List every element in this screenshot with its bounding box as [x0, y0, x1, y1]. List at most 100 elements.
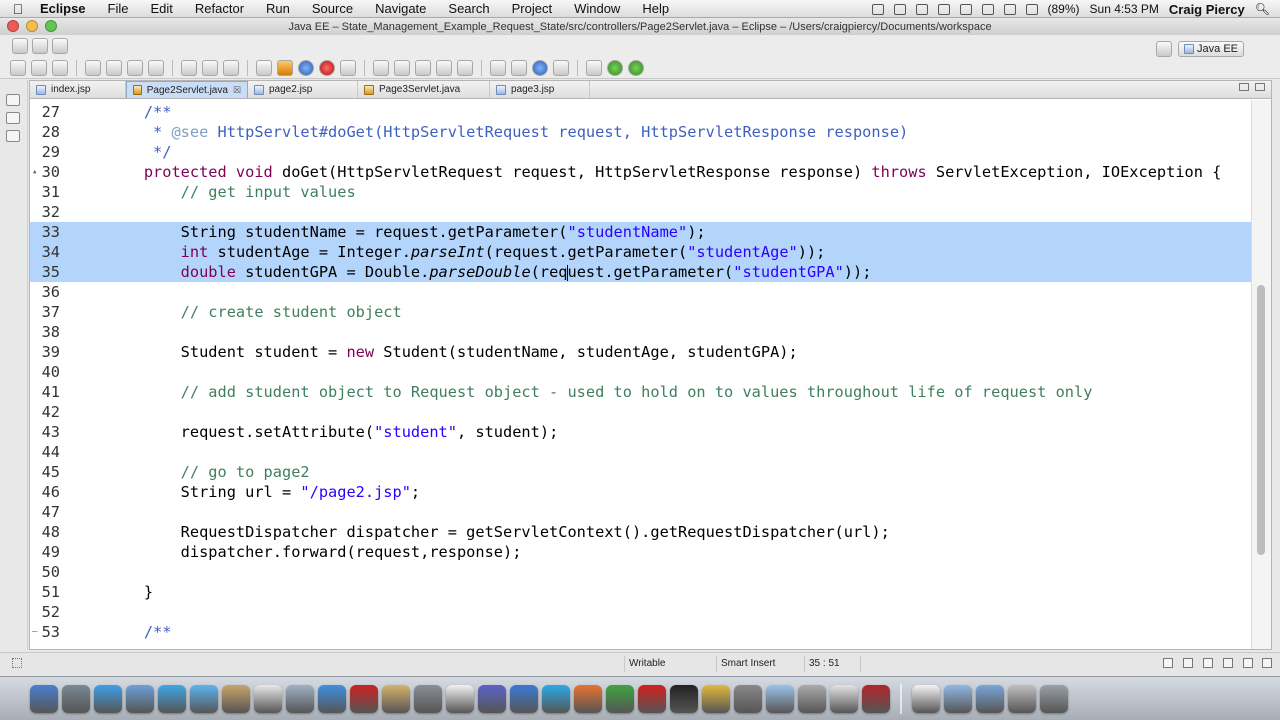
- tab-page2-jsp[interactable]: page2.jsp: [248, 81, 358, 98]
- time-machine-icon[interactable]: [893, 3, 906, 15]
- tab-page3servlet-java[interactable]: Page3Servlet.java: [358, 81, 490, 98]
- menu-edit[interactable]: Edit: [139, 1, 183, 16]
- menu-clock[interactable]: Sun 4:53 PM: [1090, 2, 1159, 16]
- deploy-icon[interactable]: [277, 59, 293, 76]
- menu-source[interactable]: Source: [301, 1, 364, 16]
- menu-project[interactable]: Project: [501, 1, 563, 16]
- minimize-panel-icon[interactable]: [1239, 83, 1249, 91]
- itunes-icon[interactable]: [318, 684, 346, 713]
- code-line[interactable]: 50: [30, 562, 1252, 582]
- photo-booth-icon[interactable]: [350, 684, 378, 713]
- word-wrap-icon[interactable]: [457, 59, 473, 76]
- code-line[interactable]: 37 // create student object: [30, 302, 1252, 322]
- external-tools-icon[interactable]: [148, 59, 164, 76]
- open-perspective-icon[interactable]: [1156, 41, 1173, 57]
- folder-icon[interactable]: [766, 684, 794, 713]
- perspective-java-ee-button[interactable]: Java EE: [1178, 41, 1244, 57]
- search-icon[interactable]: [373, 59, 389, 76]
- web-browser-icon[interactable]: [298, 59, 314, 76]
- calendar-icon[interactable]: [254, 684, 282, 713]
- mark-occurrences-icon[interactable]: [394, 59, 410, 76]
- code-line[interactable]: 48 RequestDispatcher dispatcher = getSer…: [30, 522, 1252, 542]
- refresh-icon[interactable]: [511, 59, 527, 76]
- close-tab-icon[interactable]: ☒: [233, 85, 241, 96]
- open-type-icon[interactable]: [85, 59, 101, 76]
- code-line[interactable]: 52: [30, 602, 1252, 622]
- downloads-folder-icon[interactable]: [976, 684, 1004, 713]
- maximize-panel-icon[interactable]: [1255, 83, 1265, 91]
- status-icon-4[interactable]: [1223, 658, 1233, 668]
- code-line[interactable]: 49 dispatcher.forward(request,response);: [30, 542, 1252, 562]
- launchpad-icon[interactable]: [62, 684, 90, 713]
- code-line[interactable]: 43 request.setAttribute("student", stude…: [30, 422, 1252, 442]
- system-prefs-icon[interactable]: [414, 684, 442, 713]
- restore-icon[interactable]: [6, 94, 20, 106]
- terminal-icon[interactable]: [670, 684, 698, 713]
- code-line[interactable]: 38: [30, 322, 1252, 342]
- tab-page3-jsp[interactable]: page3.jsp: [490, 81, 590, 98]
- minimize-window-button[interactable]: [26, 20, 38, 32]
- code-line[interactable]: 42: [30, 402, 1252, 422]
- code-line[interactable]: 45 // go to page2: [30, 462, 1252, 482]
- code-line[interactable]: 35 double studentGPA = Double.parseDoubl…: [30, 262, 1252, 282]
- code-line[interactable]: 27 /**: [30, 102, 1252, 122]
- spotlight-icon[interactable]: 🔍︎: [1255, 2, 1270, 16]
- save-icon[interactable]: [31, 59, 47, 76]
- trash-icon[interactable]: [1040, 684, 1068, 713]
- finder-icon[interactable]: [30, 684, 58, 713]
- vertical-scrollbar[interactable]: [1251, 100, 1271, 649]
- tab-page2servlet-java[interactable]: Page2Servlet.java ☒: [126, 81, 248, 98]
- web-services-icon[interactable]: [532, 59, 548, 76]
- toggle-block-icon[interactable]: [415, 59, 431, 76]
- menu-app-name[interactable]: Eclipse: [36, 1, 97, 16]
- app-store-icon[interactable]: [94, 684, 122, 713]
- iphoto-icon[interactable]: [382, 684, 410, 713]
- pictures-icon[interactable]: [1008, 684, 1036, 713]
- new-wizard-icon[interactable]: [12, 38, 28, 54]
- project-explorer-icon[interactable]: [6, 112, 20, 124]
- battery-icon[interactable]: [1025, 3, 1038, 15]
- tab-index-jsp[interactable]: index.jsp: [30, 81, 126, 98]
- edit-icon[interactable]: [553, 59, 569, 76]
- menu-refactor[interactable]: Refactor: [184, 1, 255, 16]
- code-line[interactable]: 34 int studentAge = Integer.parseInt(req…: [30, 242, 1252, 262]
- docs-icon[interactable]: [912, 684, 940, 713]
- open-folder-icon[interactable]: [106, 59, 122, 76]
- code-line[interactable]: 31 // get input values: [30, 182, 1252, 202]
- code-line[interactable]: 46 String url = "/page2.jsp";: [30, 482, 1252, 502]
- zoom-window-button[interactable]: [45, 20, 57, 32]
- preview-icon[interactable]: [126, 684, 154, 713]
- volume-icon[interactable]: [1003, 3, 1016, 15]
- outline-icon[interactable]: [6, 130, 20, 142]
- annotation-nav-icon[interactable]: [181, 59, 197, 76]
- wifi-icon[interactable]: [981, 3, 994, 15]
- new-icon[interactable]: [10, 59, 26, 76]
- menu-search[interactable]: Search: [437, 1, 500, 16]
- close-window-button[interactable]: [7, 20, 19, 32]
- menu-window[interactable]: Window: [563, 1, 631, 16]
- fast-view-icon[interactable]: [12, 658, 22, 668]
- code-line[interactable]: 39 Student student = new Student(student…: [30, 342, 1252, 362]
- debug-icon[interactable]: [586, 59, 602, 76]
- code-line[interactable]: 36: [30, 282, 1252, 302]
- hardware-icon[interactable]: [798, 684, 826, 713]
- run-icon[interactable]: [607, 59, 623, 76]
- applications-folder-icon[interactable]: [944, 684, 972, 713]
- code-line[interactable]: 28 * @see HttpServlet#doGet(HttpServletR…: [30, 122, 1252, 142]
- evernote-icon[interactable]: [915, 3, 928, 15]
- display-icon[interactable]: [937, 3, 950, 15]
- disk-utility-icon[interactable]: [734, 684, 762, 713]
- database-icon[interactable]: [340, 59, 356, 76]
- code-line[interactable]: 29 */: [30, 142, 1252, 162]
- filezilla-icon[interactable]: [862, 684, 890, 713]
- code-line[interactable]: ▴ 30 protected void doGet(HttpServletRequ…: [30, 162, 1252, 182]
- stop-icon[interactable]: [319, 59, 335, 76]
- code-line[interactable]: 33 String studentName = request.getParam…: [30, 222, 1252, 242]
- code-line[interactable]: 51 }: [30, 582, 1252, 602]
- scrollbar-thumb[interactable]: [1257, 285, 1265, 555]
- dropbox-icon[interactable]: [871, 3, 884, 15]
- cyberduck-icon[interactable]: [702, 684, 730, 713]
- menu-file[interactable]: File: [97, 1, 140, 16]
- run-external-icon[interactable]: [628, 59, 644, 76]
- skype-icon[interactable]: [542, 684, 570, 713]
